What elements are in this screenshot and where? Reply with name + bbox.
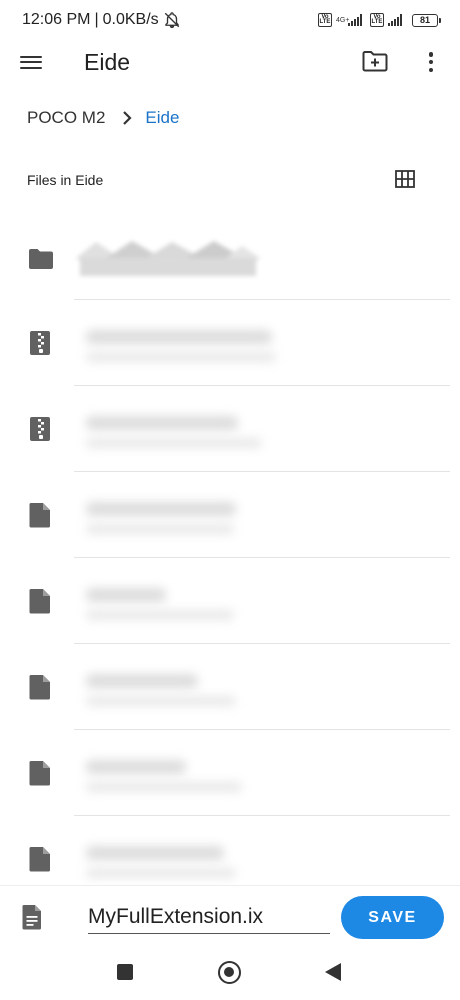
list-item-zip[interactable] xyxy=(0,300,460,386)
signal-sim2-icon xyxy=(388,14,402,26)
filename-input[interactable] xyxy=(88,902,330,934)
blurred-file-name xyxy=(86,674,198,688)
blurred-file-details xyxy=(86,524,234,534)
menu-icon[interactable] xyxy=(20,52,44,72)
blurred-file-details xyxy=(86,352,276,362)
blurred-file-details xyxy=(86,438,262,448)
file-icon xyxy=(29,675,50,700)
blurred-file-name xyxy=(86,846,224,860)
file-list xyxy=(0,214,460,902)
list-item-file[interactable] xyxy=(0,472,460,558)
battery-icon: 81 xyxy=(412,13,441,27)
status-time: 12:06 PM xyxy=(22,11,91,28)
more-vert-icon[interactable] xyxy=(424,50,438,74)
volte-sim1-icon: Vo LTE xyxy=(318,13,332,27)
app-bar: Eide xyxy=(0,40,460,84)
list-item-zip[interactable] xyxy=(0,386,460,472)
file-icon xyxy=(29,761,50,786)
list-item-file[interactable] xyxy=(0,558,460,644)
blurred-file-name xyxy=(86,330,272,344)
save-bar: SAVE xyxy=(0,885,460,949)
list-item-file[interactable] xyxy=(0,644,460,730)
list-item-file[interactable] xyxy=(0,730,460,816)
page-title: Eide xyxy=(84,49,131,75)
chevron-right-icon xyxy=(123,111,132,125)
grid-view-icon[interactable] xyxy=(395,170,415,188)
bell-muted-icon xyxy=(164,12,179,29)
status-left: 12:06 PM | 0.0KB/s xyxy=(22,11,181,29)
file-icon xyxy=(29,589,50,614)
recents-icon[interactable] xyxy=(117,964,133,980)
network-type: 4G+ xyxy=(336,16,350,24)
blurred-file-details xyxy=(86,610,234,620)
zip-file-icon xyxy=(30,331,50,355)
breadcrumb: POCO M2 Eide xyxy=(27,106,179,130)
blurred-file-details xyxy=(86,696,236,706)
blurred-file-name xyxy=(86,760,186,774)
list-item-folder[interactable] xyxy=(0,214,460,300)
folder-icon xyxy=(29,249,53,269)
status-right: Vo LTE 4G+ Vo LTE 81 xyxy=(318,13,441,27)
navigation-bar xyxy=(0,950,460,1000)
save-button[interactable]: SAVE xyxy=(341,896,444,939)
file-icon xyxy=(29,503,50,528)
signal-sim1-icon xyxy=(348,14,362,26)
breadcrumb-current[interactable]: Eide xyxy=(145,108,179,128)
volte-sim2-icon: Vo LTE xyxy=(370,13,384,27)
blurred-file-details xyxy=(86,868,236,878)
blurred-name-shape xyxy=(76,241,260,276)
status-separator: | xyxy=(94,11,99,28)
files-section-label: Files in Eide xyxy=(27,172,104,188)
status-bar: 12:06 PM | 0.0KB/s Vo LTE 4G+ Vo LTE 81 xyxy=(0,0,460,40)
home-icon[interactable] xyxy=(218,961,241,984)
zip-file-icon xyxy=(30,417,50,441)
blurred-file-name xyxy=(86,502,236,516)
blurred-file-name xyxy=(86,416,238,430)
file-icon xyxy=(29,847,50,872)
blurred-file-details xyxy=(86,782,242,792)
status-speed: 0.0KB/s xyxy=(102,11,159,28)
document-icon xyxy=(22,905,41,930)
new-folder-icon[interactable] xyxy=(362,50,388,72)
breadcrumb-root[interactable]: POCO M2 xyxy=(27,108,105,128)
back-icon[interactable] xyxy=(325,963,341,981)
blurred-file-name xyxy=(86,588,166,602)
